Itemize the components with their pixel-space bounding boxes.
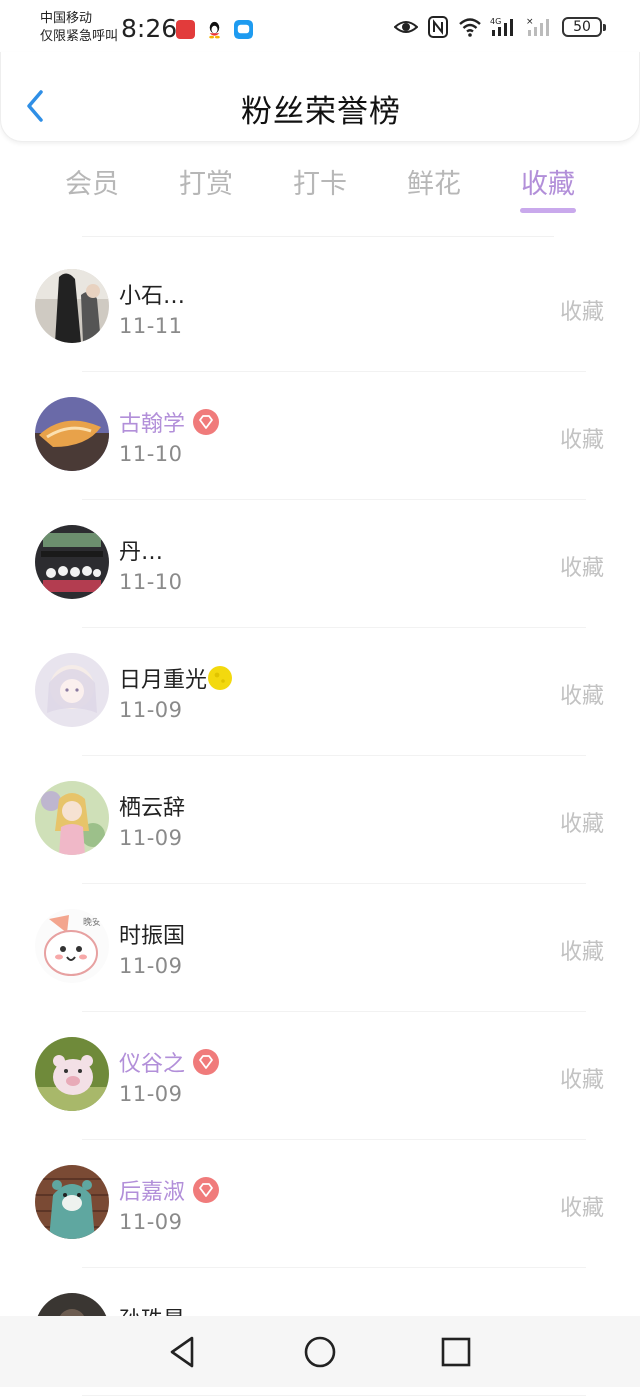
diamond-vip-icon <box>193 1049 220 1075</box>
action-label: 收藏 <box>559 812 604 837</box>
diamond-vip-icon <box>193 409 220 435</box>
fan-name: 小石… <box>119 284 186 309</box>
fan-name: 后嘉淑 <box>119 1180 186 1205</box>
fan-date: 11-10 <box>119 442 183 466</box>
group-photo-avatar <box>35 525 109 599</box>
list-item[interactable]: 栖云辞 11-09 收藏 <box>0 756 640 884</box>
fan-name: 仪谷之 <box>119 1052 186 1077</box>
fan-name: 日月重光 <box>119 668 208 693</box>
fan-date: 11-11 <box>119 314 183 338</box>
recents-square-icon[interactable] <box>438 1334 474 1370</box>
name-line: 时振国 <box>119 918 185 950</box>
tab-bar: 会员 打赏 打卡 鲜花 收藏 <box>0 152 640 222</box>
fan-name: 时振国 <box>119 924 186 949</box>
name-line: 仪谷之 <box>119 1046 220 1078</box>
svg-text:晚安: 晚安 <box>83 916 101 928</box>
tab-indicator <box>520 208 576 213</box>
fan-name: 栖云辞 <box>119 796 186 821</box>
fan-date: 11-09 <box>119 698 183 722</box>
diamond-vip-icon <box>193 1177 220 1203</box>
status-system-icons: 4G × 50 <box>394 16 606 38</box>
list-item[interactable]: 后嘉淑 11-09 收藏 <box>0 1140 640 1268</box>
no-signal-icon: × <box>526 17 549 36</box>
network-type-label: 4G <box>490 17 501 26</box>
message-icon <box>234 20 253 39</box>
home-circle-icon[interactable] <box>302 1334 338 1370</box>
shell-avatar <box>35 397 109 471</box>
action-label: 收藏 <box>559 1196 604 1221</box>
tab-favorites[interactable]: 收藏 <box>508 162 588 201</box>
bear-avatar <box>35 1165 109 1239</box>
name-line: 古翰学 <box>119 406 220 438</box>
moon-emoji-icon <box>208 666 233 690</box>
action-label: 收藏 <box>559 300 604 325</box>
action-label: 收藏 <box>559 684 604 709</box>
name-line: 丹… <box>119 534 163 566</box>
signal-icon: 4G <box>490 17 513 36</box>
list-item[interactable]: 丹… 11-10 收藏 <box>0 500 640 628</box>
list-item[interactable]: 仪谷之 11-09 收藏 <box>0 1012 640 1140</box>
page-title: 粉丝荣誉榜 <box>241 94 401 130</box>
qq-icon <box>209 21 220 39</box>
fan-date: 11-09 <box>119 1210 183 1234</box>
nfc-icon <box>428 16 448 38</box>
anime-girl-avatar <box>35 653 109 727</box>
fan-date: 11-09 <box>119 826 183 850</box>
wifi-icon <box>459 18 481 37</box>
svg-text:×: × <box>526 17 534 27</box>
list-item[interactable]: 晚安 时振国 11-09 收藏 <box>0 884 640 1012</box>
name-line: 小石… <box>119 278 185 310</box>
fan-name: 古翰学 <box>119 412 186 437</box>
eye-icon <box>394 21 418 33</box>
name-line: 后嘉淑 <box>119 1174 220 1206</box>
system-nav-bar <box>0 1316 640 1387</box>
action-label: 收藏 <box>559 940 604 965</box>
cartoon-avatar: 晚安 <box>35 909 109 983</box>
status-app-icons <box>176 20 253 39</box>
fairy-avatar <box>35 781 109 855</box>
action-label: 收藏 <box>559 556 604 581</box>
carrier-name: 中国移动 <box>40 11 93 26</box>
list-item[interactable]: 古翰学 11-10 收藏 <box>0 372 640 500</box>
back-triangle-icon[interactable] <box>166 1334 202 1370</box>
huawei-app-icon <box>176 20 195 39</box>
fan-date: 11-10 <box>119 570 183 594</box>
app-header: 粉丝荣誉榜 <box>0 52 640 142</box>
tab-checkin[interactable]: 打卡 <box>280 162 360 201</box>
status-bar: 中国移动 仅限紧急呼叫 8:26 4G × 50 <box>0 0 640 52</box>
tab-reward[interactable]: 打赏 <box>166 162 246 201</box>
fan-name: 丹… <box>119 540 164 565</box>
fan-date: 11-09 <box>119 954 183 978</box>
carrier-info: 中国移动 仅限紧急呼叫 <box>40 10 118 46</box>
name-line: 栖云辞 <box>119 790 185 822</box>
divider <box>82 236 554 237</box>
carrier-status: 仅限紧急呼叫 <box>40 29 119 44</box>
battery-icon: 50 <box>562 17 606 37</box>
pig-toy-avatar <box>35 1037 109 1111</box>
photo-avatar <box>35 269 109 343</box>
name-line: 日月重光 <box>119 662 233 694</box>
status-time: 8:26 <box>121 14 178 43</box>
fan-list: 小石… 11-11 收藏 古翰学 11-10 收藏 丹… 11-10 收藏 日月… <box>0 244 640 1396</box>
action-label: 收藏 <box>559 1068 604 1093</box>
action-label: 收藏 <box>559 428 604 453</box>
fan-date: 11-09 <box>119 1082 183 1106</box>
tab-flowers[interactable]: 鲜花 <box>394 162 474 201</box>
list-item[interactable]: 小石… 11-11 收藏 <box>0 244 640 372</box>
tab-member[interactable]: 会员 <box>52 162 132 201</box>
list-item[interactable]: 日月重光 11-09 收藏 <box>0 628 640 756</box>
